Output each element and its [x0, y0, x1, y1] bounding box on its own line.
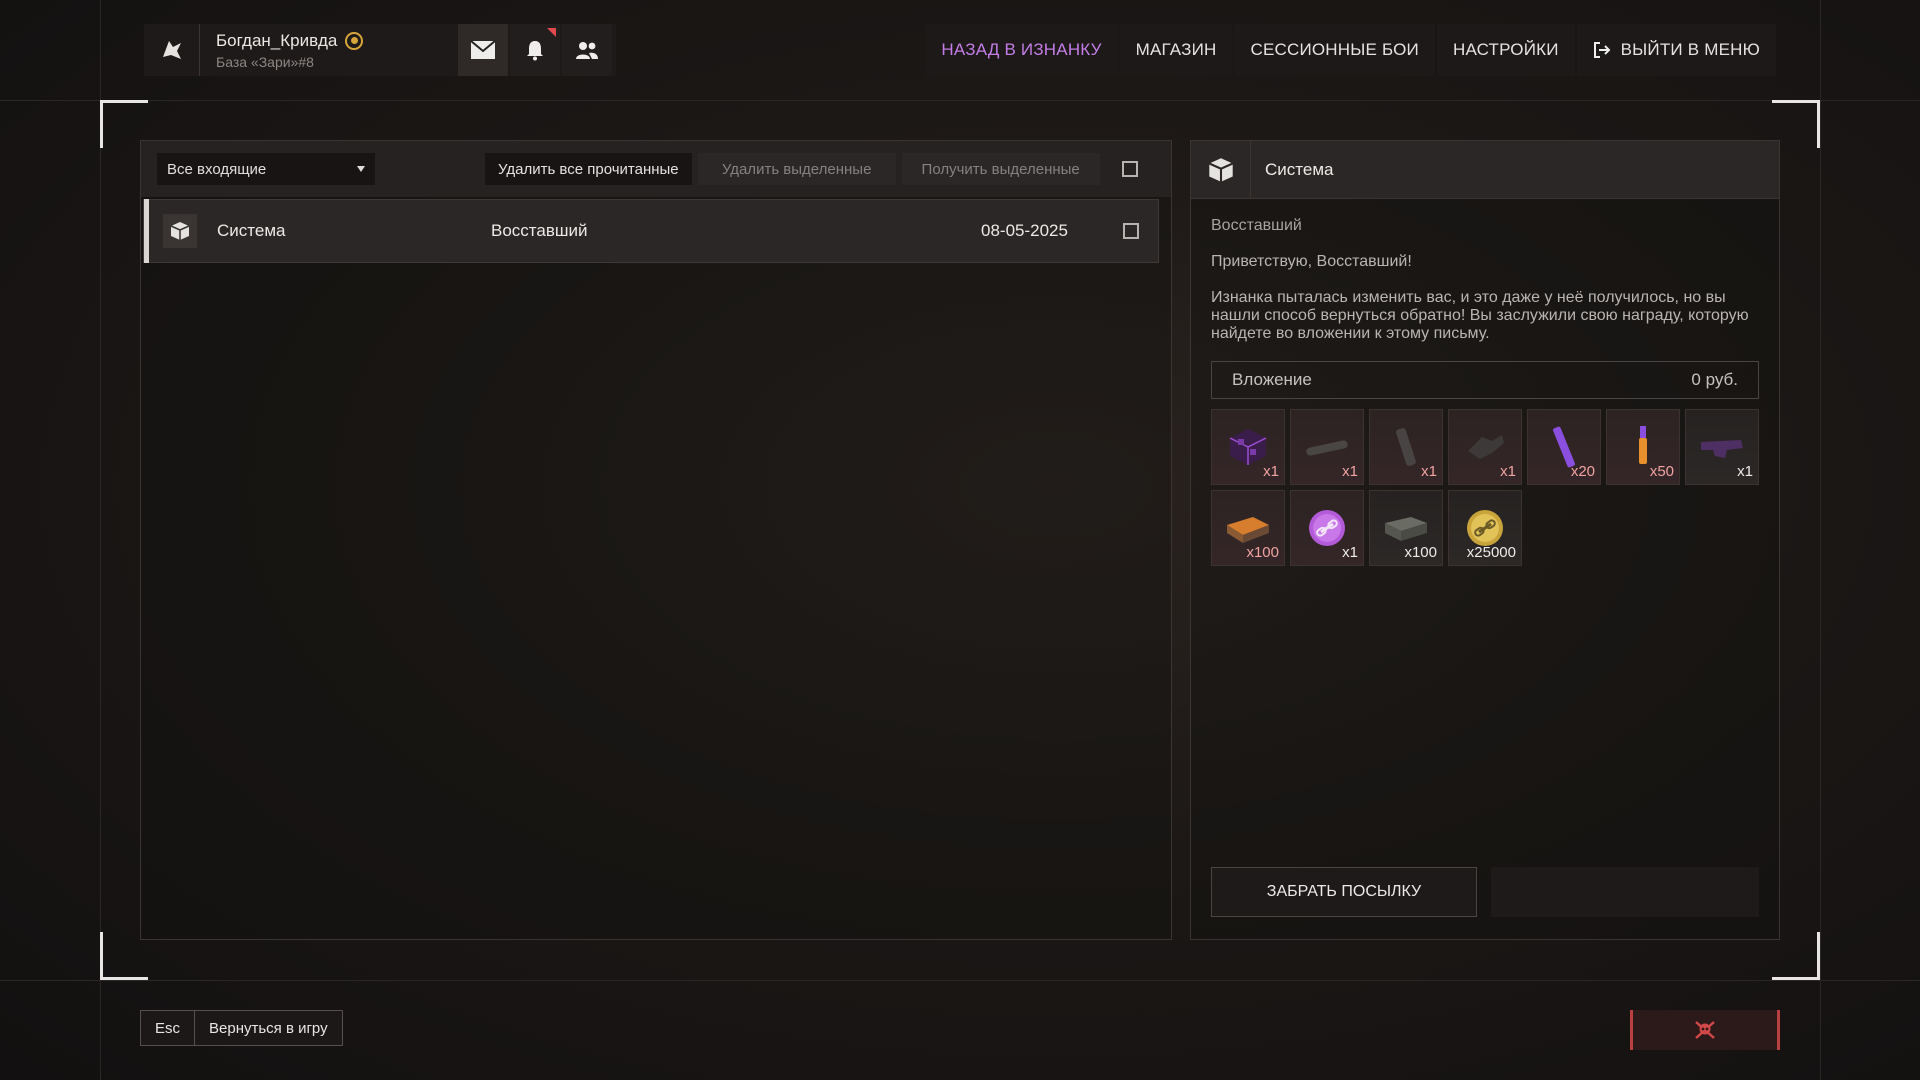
- notification-indicator: [547, 28, 556, 37]
- item-quantity: x50: [1649, 463, 1674, 480]
- mail-toolbar: Все входящие Удалить все прочитанные Уда…: [141, 141, 1171, 197]
- attachment-item[interactable]: x50: [1606, 409, 1680, 485]
- player-nickname[interactable]: Богдан_Кривда: [216, 31, 456, 51]
- attachment-item[interactable]: x1: [1448, 409, 1522, 485]
- attachment-item[interactable]: x1: [1290, 409, 1364, 485]
- nav-session-battles-button[interactable]: СЕССИОННЫЕ БОИ: [1234, 24, 1435, 76]
- scope-mount-icon: [1468, 435, 1504, 459]
- attachment-item[interactable]: x100: [1211, 490, 1285, 566]
- message-header: Система: [1191, 140, 1779, 199]
- skull-button[interactable]: [1630, 1010, 1780, 1050]
- mail-select-checkbox[interactable]: [1123, 223, 1139, 239]
- friends-icon: [576, 42, 598, 59]
- frame-line-right: [1820, 0, 1821, 1080]
- message-body: Изнанка пыталась изменить вас, и это даж…: [1211, 289, 1749, 342]
- attachment-item[interactable]: x1: [1369, 409, 1443, 485]
- item-quantity: x100: [1404, 544, 1437, 561]
- mail-button[interactable]: [458, 24, 508, 76]
- frame-line-left: [100, 0, 101, 1080]
- mail-filter-select[interactable]: Все входящие: [157, 153, 375, 185]
- rank-badge-icon: [345, 31, 364, 50]
- attachment-item[interactable]: x1: [1685, 409, 1759, 485]
- item-quantity: x100: [1246, 544, 1279, 561]
- frame-line-bottom: [0, 980, 1920, 981]
- return-to-game-hint[interactable]: Esc Вернуться в игру: [140, 1010, 343, 1046]
- esc-key: Esc: [141, 1011, 195, 1045]
- item-quantity: x1: [1500, 463, 1516, 480]
- nav-back-button[interactable]: НАЗАД В ИЗНАНКУ: [925, 24, 1118, 76]
- mail-subject: Восставший: [491, 221, 588, 240]
- message-greeting: Приветствую, Восставший!: [1211, 253, 1412, 270]
- item-quantity: x20: [1570, 463, 1595, 480]
- nav-exit-button[interactable]: ВЫЙТИ В МЕНЮ: [1576, 24, 1776, 76]
- ammo-crate-icon: [1385, 517, 1427, 541]
- message-view-panel: Система Восставший Приветствую, Восставш…: [1190, 140, 1780, 940]
- purple-link-coin-icon: [1309, 510, 1345, 546]
- player-profile: Богдан_Кривда База «Зари»#8: [144, 24, 616, 76]
- message-sender: Система: [1265, 159, 1334, 179]
- main-nav: НАЗАД В ИЗНАНКУ МАГАЗИН СЕССИОННЫЕ БОИ Н…: [925, 24, 1776, 76]
- grip-icon: [1396, 428, 1416, 466]
- attachment-item[interactable]: x1: [1211, 409, 1285, 485]
- attachment-value: 0 руб.: [1691, 370, 1738, 389]
- frame-line-top: [0, 100, 1920, 101]
- item-quantity: x1: [1263, 463, 1279, 480]
- exit-icon: [1593, 42, 1611, 58]
- take-package-button[interactable]: ЗАБРАТЬ ПОСЫЛКУ: [1211, 867, 1477, 917]
- package-icon: [163, 214, 197, 248]
- attachment-item[interactable]: x1: [1290, 490, 1364, 566]
- gold-link-coin-icon: [1467, 510, 1503, 546]
- nav-shop-button[interactable]: МАГАЗИН: [1119, 24, 1233, 76]
- skull-icon: [1695, 1021, 1715, 1039]
- message-subject: Восставший: [1211, 217, 1302, 234]
- mail-date: 08-05-2025: [981, 221, 1068, 240]
- silencer-icon: [1306, 440, 1348, 456]
- mail-sender: Система: [217, 221, 286, 240]
- delete-read-button[interactable]: Удалить все прочитанные: [485, 153, 692, 185]
- logo-icon[interactable]: [144, 24, 200, 76]
- mail-list-panel: Все входящие Удалить все прочитанные Уда…: [140, 140, 1172, 940]
- notifications-button[interactable]: [510, 24, 560, 76]
- item-quantity: x1: [1342, 544, 1358, 561]
- mail-filter-value: Все входящие: [167, 160, 267, 178]
- select-all-checkbox[interactable]: [1121, 161, 1138, 177]
- item-quantity: x1: [1342, 463, 1358, 480]
- item-quantity: x1: [1421, 463, 1437, 480]
- attachment-item[interactable]: x20: [1527, 409, 1601, 485]
- selected-indicator: [144, 199, 149, 263]
- attachment-item[interactable]: x25000: [1448, 490, 1522, 566]
- bell-icon: [527, 41, 543, 61]
- take-package-side-area: [1491, 867, 1759, 917]
- friends-button[interactable]: [562, 24, 612, 76]
- delete-selected-button[interactable]: Удалить выделенные: [697, 153, 896, 185]
- orange-box-icon: [1227, 517, 1269, 543]
- attachment-items: x1 x1 x1 x1 x20 x50 x1 x100 x1 x100 x250…: [1211, 409, 1759, 566]
- mail-icon: [470, 40, 496, 59]
- purple-weapon-part-icon: [1701, 440, 1743, 458]
- item-quantity: x1: [1737, 463, 1753, 480]
- attachment-header: Вложение 0 руб.: [1211, 361, 1759, 399]
- item-quantity: x25000: [1466, 544, 1516, 561]
- nav-exit-label: ВЫЙТИ В МЕНЮ: [1620, 40, 1760, 59]
- attachment-item[interactable]: x100: [1369, 490, 1443, 566]
- nav-settings-button[interactable]: НАСТРОЙКИ: [1436, 24, 1575, 76]
- chevron-down-icon: [357, 166, 365, 172]
- return-to-game-label: Вернуться в игру: [195, 1011, 342, 1045]
- player-base: База «Зари»#8: [216, 53, 314, 70]
- attachment-label: Вложение: [1232, 370, 1312, 389]
- package-icon: [1191, 140, 1251, 199]
- mail-list-item[interactable]: Система Восставший 08-05-2025: [143, 199, 1159, 263]
- receive-selected-button[interactable]: Получить выделенные: [901, 153, 1100, 185]
